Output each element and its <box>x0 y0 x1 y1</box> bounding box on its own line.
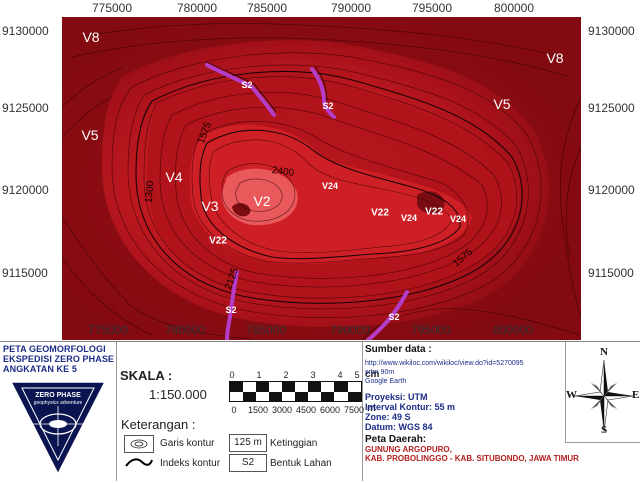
source-url: http://www.wikiloc.com/wikiloc/view.do?i… <box>365 360 524 367</box>
map-title: PETA GEOMORFOLOGI EKSPEDISI ZERO PHASE A… <box>3 344 115 374</box>
projection-line: Proyeksi: UTM <box>365 392 428 402</box>
compass-east: E <box>632 389 640 401</box>
source-heading: Sumber data : <box>365 344 432 355</box>
scale-label: SKALA : <box>120 368 173 383</box>
compass-north: N <box>600 346 608 358</box>
zone-label-v22: V22 <box>371 207 389 219</box>
y-tick-right: 9120000 <box>588 183 635 197</box>
logo-subtext: geophysics adventure <box>33 400 83 406</box>
legend-landform-label: Bentuk Lahan <box>270 458 332 469</box>
contour-value-label: 1300 <box>143 180 157 204</box>
terrain-map <box>62 17 581 340</box>
area-heading: Peta Daerah: <box>365 434 427 445</box>
map-legend-panel: PETA GEOMORFOLOGI EKSPEDISI ZERO PHASE A… <box>0 341 640 481</box>
x-tick-top: 775000 <box>91 1 133 15</box>
area-line: GUNUNG ARGOPURO, <box>365 445 452 454</box>
landform-label-s2: S2 <box>241 80 253 90</box>
scale-cm-tick: 0 <box>229 370 235 380</box>
legend-title: Keterangan : <box>121 417 196 432</box>
source-info: Sumber data : http://www.wikiloc.com/wik… <box>365 344 579 463</box>
zone-label-v22: V22 <box>425 206 443 218</box>
scale-cm-tick: 4 <box>337 370 343 380</box>
zone-label-v4: V4 <box>165 169 183 185</box>
scale-m-tick: 3000 <box>271 405 293 415</box>
title-line: EKSPEDISI ZERO PHASE <box>3 354 115 364</box>
scale-m-tick: 6000 <box>319 405 341 415</box>
zone-label-v3: V3 <box>201 198 219 214</box>
scale-m-tick: 4500 <box>295 405 317 415</box>
landform-label-s2: S2 <box>225 305 237 315</box>
y-tick-right: 9130000 <box>588 24 635 38</box>
landform-label-s2: S2 <box>388 312 400 322</box>
projection-line: Zone: 49 S <box>365 412 411 422</box>
projection-line: Interval Kontur: 55 m <box>365 402 456 412</box>
scale-cm-tick: 3 <box>310 370 316 380</box>
zone-label-v24: V24 <box>321 181 339 191</box>
x-tick-top: 780000 <box>176 1 218 15</box>
scale-checkerboard <box>229 381 362 402</box>
y-tick-left: 9115000 <box>2 266 48 280</box>
scale-cm-tick: 5 <box>354 370 360 380</box>
divider <box>116 342 117 481</box>
zone-label-v8: V8 <box>546 50 564 66</box>
zone-label-v8: V8 <box>82 29 100 45</box>
projection-line: Datum: WGS 84 <box>365 422 433 432</box>
zone-label-v5: V5 <box>493 96 511 112</box>
legend-contour-swatch <box>124 435 154 453</box>
y-tick-left: 9125000 <box>2 101 49 115</box>
zone-label-v2: V2 <box>253 193 271 209</box>
source-line: Google Earth <box>365 378 407 385</box>
x-tick-bottom: 790000 <box>329 323 371 337</box>
title-line: PETA GEOMORFOLOGI <box>3 344 106 354</box>
y-tick-right: 9115000 <box>588 266 634 280</box>
scale-cm-tick: 1 <box>256 370 262 380</box>
scale-m-tick: 1500 <box>247 405 269 415</box>
source-line: srtm 90m <box>365 369 395 376</box>
compass-rose: N S W E <box>566 346 640 438</box>
x-tick-top: 790000 <box>330 1 372 15</box>
x-tick-top: 800000 <box>493 1 535 15</box>
legend-index-swatch <box>124 454 154 470</box>
x-tick-bottom: 775000 <box>87 323 129 337</box>
legend-landform-box: S2 <box>229 454 267 472</box>
title-line: ANGKATAN KE 5 <box>3 364 77 374</box>
legend-contour-label: Garis kontur <box>160 438 215 449</box>
zone-label-v24: V24 <box>449 214 467 224</box>
landform-label-s2: S2 <box>322 101 334 111</box>
x-tick-bottom: 800000 <box>492 323 534 337</box>
compass-south: S <box>601 424 608 436</box>
y-tick-left: 9120000 <box>2 183 49 197</box>
legend-index-label: Indeks kontur <box>160 458 221 469</box>
scale-cm-tick: 2 <box>283 370 289 380</box>
scale-m-tick: 7500 <box>343 405 365 415</box>
legend-elevation-label: Ketinggian <box>270 438 318 449</box>
compass-west: W <box>566 389 577 401</box>
area-line: KAB. PROBOLINGGO - KAB. SITUBONDO, JAWA … <box>365 454 579 463</box>
zone-label-v22: V22 <box>209 235 227 247</box>
x-tick-top: 785000 <box>246 1 288 15</box>
logo-text: ZERO PHASE <box>35 392 81 399</box>
x-tick-bottom: 795000 <box>410 323 452 337</box>
x-tick-top: 795000 <box>411 1 453 15</box>
y-tick-left: 9130000 <box>2 24 49 38</box>
divider <box>565 442 640 443</box>
zone-label-v24: V24 <box>400 213 418 223</box>
x-tick-bottom: 785000 <box>245 323 287 337</box>
x-tick-bottom: 780000 <box>164 323 206 337</box>
map-panel: 775000 780000 785000 790000 795000 80000… <box>0 0 640 341</box>
scale-value: 1:150.000 <box>149 387 207 402</box>
y-tick-right: 9125000 <box>588 101 635 115</box>
zero-phase-logo: ZERO PHASE geophysics adventure <box>8 378 108 478</box>
zone-label-v5: V5 <box>81 127 99 143</box>
scale-m-tick: 0 <box>231 405 237 415</box>
legend-elevation-box: 125 m <box>229 434 267 452</box>
